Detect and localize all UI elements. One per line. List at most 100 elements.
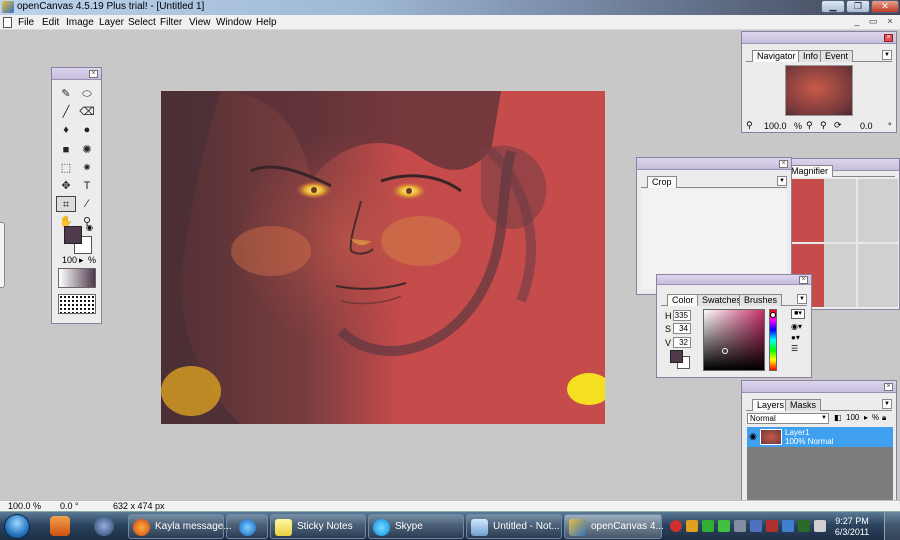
- layer-name[interactable]: Layer1: [785, 428, 809, 437]
- menu-file[interactable]: File: [18, 17, 34, 28]
- opencanvas-app-icon[interactable]: [2, 1, 14, 13]
- move-tool-icon[interactable]: ✥: [56, 178, 76, 194]
- magic-wand-tool-icon[interactable]: ✷: [77, 160, 97, 176]
- lock-layer-icon[interactable]: 🔒︎: [882, 413, 886, 423]
- tray-network-icon[interactable]: [718, 520, 730, 532]
- menu-window[interactable]: Window: [216, 17, 252, 28]
- media-center-icon[interactable]: [50, 516, 70, 536]
- crop-titlebar[interactable]: ×: [637, 158, 791, 170]
- document-icon[interactable]: [3, 17, 12, 28]
- tool-palette-close-button[interactable]: ×: [89, 70, 98, 78]
- tool-zoom-arrow-icon[interactable]: ▸: [79, 255, 84, 266]
- color-menu-button[interactable]: ▼: [797, 294, 807, 304]
- pen-tool-icon[interactable]: ✎: [56, 86, 76, 102]
- lasso-tool-icon[interactable]: ⬭: [77, 86, 97, 102]
- tab-color[interactable]: Color: [667, 294, 699, 306]
- system-clock[interactable]: 9:27 PM 6/3/2011: [826, 516, 878, 538]
- task-notepad[interactable]: Untitled - Not...: [466, 514, 562, 539]
- menu-view[interactable]: View: [189, 17, 211, 28]
- hue-slider[interactable]: [769, 309, 777, 371]
- tab-layers[interactable]: Layers: [752, 399, 790, 411]
- navigator-fit-icon[interactable]: ⚲: [806, 120, 813, 131]
- hue-input[interactable]: 335: [673, 310, 691, 321]
- texture-pattern-preview[interactable]: [58, 294, 96, 314]
- menu-image[interactable]: Image: [66, 17, 94, 28]
- start-button[interactable]: [4, 514, 30, 539]
- tab-navigator[interactable]: Navigator: [752, 50, 801, 62]
- color-list-icon[interactable]: ☰: [791, 344, 798, 353]
- tab-magnifier[interactable]: Magnifier: [786, 165, 834, 177]
- tray-signal-icon[interactable]: [814, 520, 826, 532]
- drawing-canvas[interactable]: [161, 91, 605, 424]
- layer-thumbnail[interactable]: [760, 429, 782, 445]
- fill-tool-icon[interactable]: ♦: [56, 122, 76, 138]
- tab-event[interactable]: Event: [820, 50, 854, 62]
- menu-filter[interactable]: Filter: [160, 17, 182, 28]
- foreground-color-swatch[interactable]: [64, 226, 82, 244]
- left-dock-handle[interactable]: [0, 222, 5, 288]
- minimize-button[interactable]: ▁: [821, 0, 845, 13]
- layer-row[interactable]: ◉ Layer1 100% Normal: [747, 427, 893, 447]
- smudge-tool-icon[interactable]: ●: [77, 122, 97, 138]
- navigator-rotate-icon[interactable]: ⟳: [834, 120, 842, 131]
- opacity-arrow-icon[interactable]: ▸: [864, 413, 868, 422]
- layers-close-button[interactable]: ×: [884, 383, 893, 391]
- task-firefox[interactable]: Kayla message...: [128, 514, 232, 539]
- menu-select[interactable]: Select: [128, 17, 156, 28]
- color-titlebar[interactable]: ×: [657, 275, 811, 285]
- navigator-menu-button[interactable]: ▼: [882, 50, 892, 60]
- eyedropper-tool-icon[interactable]: ⁄: [77, 196, 97, 212]
- navigator-titlebar[interactable]: ×: [742, 32, 896, 44]
- blend-mode-dropdown-icon[interactable]: ▼: [821, 414, 827, 423]
- blur-tool-icon[interactable]: ✺: [77, 142, 97, 158]
- color-mode-dark-icon[interactable]: ●▾: [791, 333, 800, 342]
- doc-minimize-button[interactable]: _: [850, 16, 864, 28]
- layers-menu-button[interactable]: ▼: [882, 399, 892, 409]
- navigator-zoom-in-icon[interactable]: ⚲: [820, 120, 827, 131]
- maximize-button[interactable]: ❐: [846, 0, 870, 13]
- eraser-tool-icon[interactable]: ⌫: [77, 104, 97, 120]
- task-opencanvas[interactable]: openCanvas 4...: [564, 514, 664, 539]
- crop-tool-icon[interactable]: ⌗: [56, 196, 76, 212]
- navigator-rotation-value[interactable]: 0.0: [860, 121, 873, 131]
- brush-gradient-preview[interactable]: [58, 268, 96, 288]
- navigator-close-button[interactable]: ×: [884, 34, 893, 42]
- task-skype[interactable]: Skype: [368, 514, 464, 539]
- doc-restore-button[interactable]: ▭: [866, 16, 880, 28]
- crop-menu-button[interactable]: ▼: [777, 176, 787, 186]
- tab-masks[interactable]: Masks: [785, 399, 822, 411]
- layer-visibility-eye-icon[interactable]: ◉: [749, 431, 757, 442]
- itunes-icon[interactable]: [94, 516, 114, 536]
- navigator-zoom-out-icon[interactable]: ⚲: [746, 120, 753, 131]
- color-close-button[interactable]: ×: [799, 276, 808, 284]
- tab-crop[interactable]: Crop: [647, 176, 677, 188]
- saturation-input[interactable]: 34: [673, 323, 691, 334]
- tray-display-icon[interactable]: [750, 520, 762, 532]
- navigator-thumbnail[interactable]: [785, 65, 853, 116]
- brush-tool-icon[interactable]: ╱: [56, 104, 76, 120]
- hue-slider-thumb[interactable]: [770, 312, 776, 318]
- color-fg-swatch[interactable]: [670, 350, 683, 363]
- menu-help[interactable]: Help: [256, 17, 277, 28]
- tool-zoom-value[interactable]: 100: [62, 255, 77, 265]
- opacity-slider-icon[interactable]: ◧: [834, 413, 842, 422]
- marquee-tool-icon[interactable]: ⬚: [56, 160, 76, 176]
- tray-antivirus-icon[interactable]: [670, 520, 682, 532]
- tray-sync-icon[interactable]: [782, 520, 794, 532]
- color-mode-square-icon[interactable]: ■▾: [791, 309, 805, 319]
- navigator-zoom-value[interactable]: 100.0: [764, 121, 787, 131]
- tab-brushes[interactable]: Brushes: [739, 294, 783, 306]
- menu-edit[interactable]: Edit: [42, 17, 59, 28]
- menu-layer[interactable]: Layer: [99, 17, 124, 28]
- saturation-value-picker[interactable]: [703, 309, 765, 371]
- doc-close-button[interactable]: ×: [883, 16, 897, 28]
- close-button[interactable]: ✕: [871, 0, 899, 13]
- tray-device-icon[interactable]: [734, 520, 746, 532]
- task-sticky-notes[interactable]: Sticky Notes: [270, 514, 366, 539]
- tray-skype-status-icon[interactable]: [798, 520, 810, 532]
- layers-titlebar[interactable]: ×: [742, 381, 896, 393]
- tray-status-icon[interactable]: [702, 520, 714, 532]
- show-desktop-button[interactable]: [884, 512, 900, 540]
- opacity-value[interactable]: 100: [846, 413, 859, 422]
- color-mode-circle-icon[interactable]: ◉▾: [791, 322, 802, 331]
